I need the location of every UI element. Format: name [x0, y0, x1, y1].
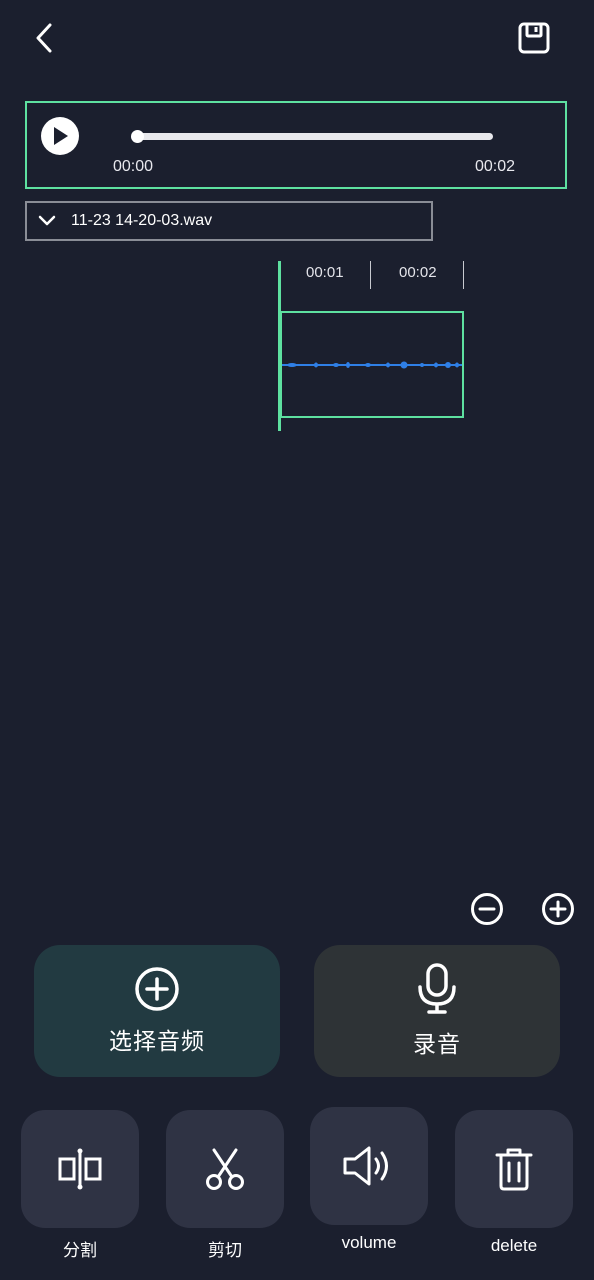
add-circle-icon — [135, 967, 179, 1011]
zoom-in-button[interactable] — [540, 891, 576, 927]
split-label: 分割 — [63, 1241, 97, 1260]
ruler-tick — [370, 261, 371, 289]
playhead[interactable] — [278, 261, 281, 431]
select-audio-button[interactable]: 选择音频 — [34, 945, 280, 1077]
speaker-volume-icon — [343, 1146, 388, 1186]
file-dropdown[interactable]: 11-23 14-20-03.wav — [25, 201, 433, 241]
progress-slider[interactable] — [131, 130, 493, 143]
back-button[interactable] — [24, 18, 64, 58]
cut-label: 剪切 — [208, 1241, 242, 1260]
chevron-left-icon — [36, 23, 52, 53]
ruler-tick — [463, 261, 464, 289]
tool-delete: delete — [455, 1110, 573, 1256]
delete-label: delete — [490, 1236, 538, 1255]
cut-button[interactable] — [166, 1110, 284, 1228]
split-button[interactable] — [21, 1110, 139, 1228]
ruler-label: 00:02 — [399, 264, 437, 281]
delete-button[interactable] — [455, 1110, 573, 1228]
volume-label: volume — [341, 1233, 397, 1252]
total-time: 00:02 — [475, 158, 516, 175]
play-icon — [54, 127, 68, 145]
record-label: 录音 — [413, 1031, 461, 1057]
audio-player: 00:00 00:02 — [25, 101, 567, 189]
save-button[interactable] — [512, 16, 556, 60]
split-icon — [58, 1148, 102, 1190]
tool-volume: volume — [310, 1107, 428, 1253]
ruler-label: 00:01 — [306, 264, 344, 281]
timeline-ruler: 00:01 00:02 — [280, 261, 464, 289]
select-audio-label: 选择音频 — [109, 1028, 205, 1054]
tool-split: 分割 — [21, 1110, 139, 1261]
progress-thumb[interactable] — [131, 130, 144, 143]
trash-icon — [495, 1148, 533, 1191]
scissors-icon — [206, 1148, 244, 1190]
zoom-out-icon — [471, 893, 503, 925]
volume-button[interactable] — [310, 1107, 428, 1225]
chevron-down-icon — [37, 211, 57, 231]
current-time: 00:00 — [113, 158, 154, 175]
microphone-icon — [418, 963, 456, 1014]
floppy-save-icon — [518, 22, 550, 54]
audio-clip[interactable] — [280, 311, 464, 418]
zoom-out-button[interactable] — [469, 891, 505, 927]
waveform — [282, 361, 462, 369]
zoom-in-icon — [542, 893, 574, 925]
selected-file-name: 11-23 14-20-03.wav — [71, 212, 213, 229]
play-button[interactable] — [41, 117, 79, 155]
tool-cut: 剪切 — [166, 1110, 284, 1261]
record-button[interactable]: 录音 — [314, 945, 560, 1077]
